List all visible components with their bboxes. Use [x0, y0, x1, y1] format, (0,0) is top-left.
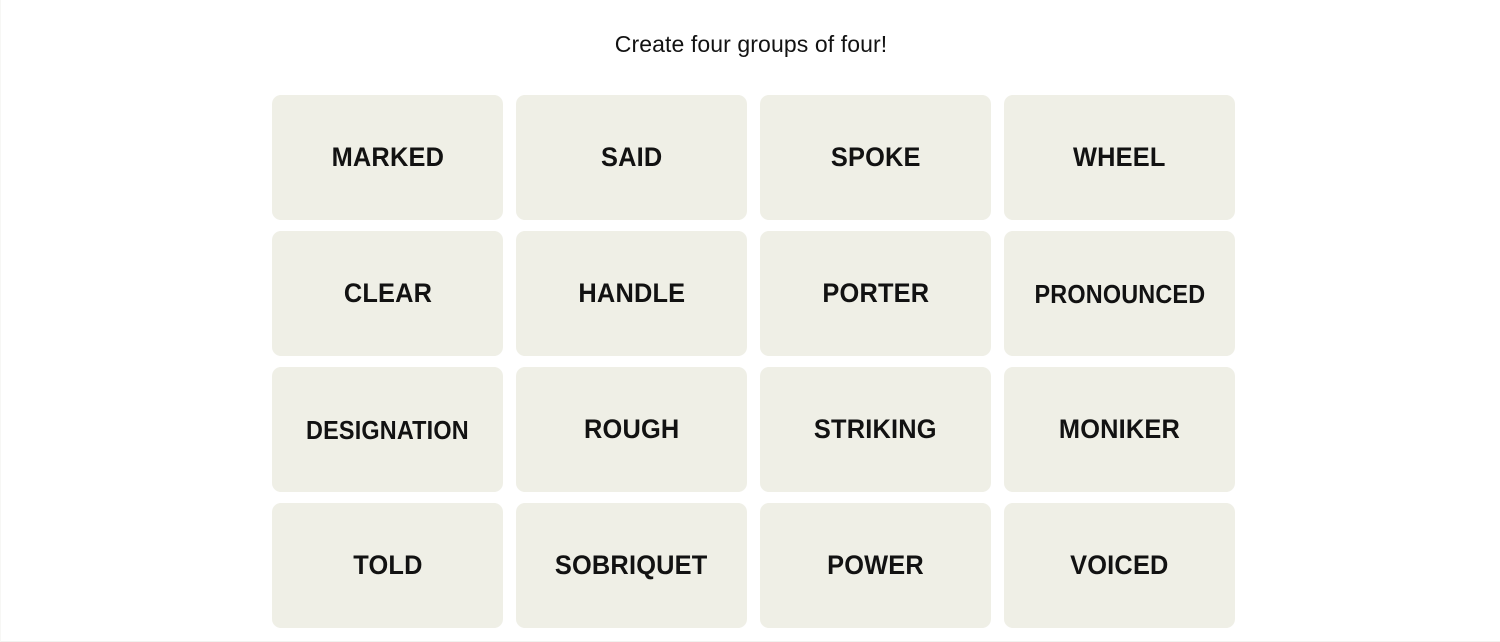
word-tile-label: SPOKE: [830, 142, 921, 172]
word-tile[interactable]: MARKED: [272, 95, 503, 220]
word-tile-label: CLEAR: [343, 278, 432, 308]
word-tile-label: VOICED: [1070, 550, 1169, 580]
word-tile[interactable]: CLEAR: [272, 231, 503, 356]
word-tile-label: TOLD: [352, 550, 423, 580]
word-tile[interactable]: TOLD: [272, 503, 503, 628]
puzzle-grid: MARKED SAID SPOKE WHEEL CLEAR HANDLE PORTER PRO…: [272, 95, 1236, 628]
word-tile[interactable]: VOICED: [1004, 503, 1235, 628]
word-tile[interactable]: PORTER: [760, 231, 991, 356]
word-tile[interactable]: PRONOUNCED: [1004, 231, 1235, 356]
word-tile[interactable]: MONIKER: [1004, 367, 1235, 492]
word-tile-label: MONIKER: [1058, 414, 1181, 444]
word-tile-label: MARKED: [331, 142, 444, 172]
word-tile-label: ROUGH: [583, 414, 680, 444]
connections-game: Create four groups of four! MARKED SAID SP…: [0, 0, 1500, 642]
word-tile-label: PORTER: [822, 278, 929, 308]
word-tile-label: WHEEL: [1073, 142, 1166, 172]
word-tile[interactable]: SOBRIQUET: [516, 503, 747, 628]
word-tile-label: SAID: [600, 142, 663, 172]
word-tile-label: SOBRIQUET: [555, 550, 708, 580]
word-tile-label: POWER: [827, 550, 924, 580]
word-tile-label: DESIGNATION: [306, 414, 469, 445]
word-tile-label: STRIKING: [814, 414, 937, 444]
word-tile[interactable]: POWER: [760, 503, 991, 628]
word-tile[interactable]: WHEEL: [1004, 95, 1235, 220]
word-tile[interactable]: HANDLE: [516, 231, 747, 356]
word-tile[interactable]: SAID: [516, 95, 747, 220]
word-tile-label: PRONOUNCED: [1034, 278, 1205, 309]
page-title: Create four groups of four!: [614, 31, 888, 57]
word-tile[interactable]: STRIKING: [760, 367, 991, 492]
word-tile[interactable]: ROUGH: [516, 367, 747, 492]
word-tile[interactable]: DESIGNATION: [272, 367, 503, 492]
word-tile[interactable]: SPOKE: [760, 95, 991, 220]
word-tile-label: HANDLE: [578, 278, 685, 308]
